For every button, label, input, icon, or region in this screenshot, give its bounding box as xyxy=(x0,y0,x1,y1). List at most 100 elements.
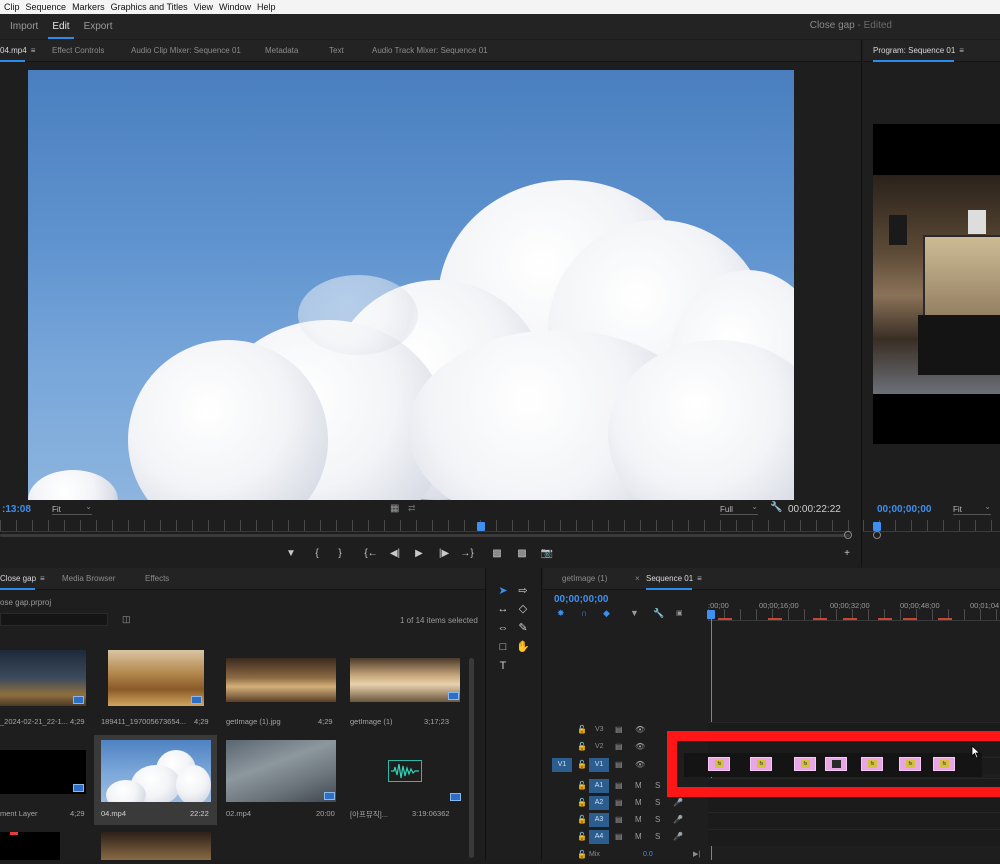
captions-icon[interactable]: ▣ xyxy=(676,609,683,617)
tab-sequence-01[interactable]: Sequence 01 ≡ xyxy=(646,574,702,590)
hand-tool-icon[interactable]: ✋ xyxy=(516,640,530,654)
source-playhead[interactable] xyxy=(477,522,485,531)
sync-lock-icon[interactable]: ▤ xyxy=(615,760,623,769)
linked-selection-icon[interactable]: ◆ xyxy=(603,608,610,619)
close-tab-icon[interactable]: × xyxy=(635,574,640,583)
menu-view[interactable]: View xyxy=(194,2,213,12)
project-search-input[interactable] xyxy=(0,613,108,626)
mute-button[interactable]: M xyxy=(635,815,642,824)
tab-program-sequence[interactable]: Program: Sequence 01 ≡ xyxy=(873,46,964,62)
thumbnail-adjustment-layer[interactable] xyxy=(0,750,86,794)
tab-source-04mp4[interactable]: 04.mp4 ≡ xyxy=(0,46,35,62)
thumbnail-night-scene[interactable] xyxy=(0,650,86,706)
menu-markers[interactable]: Markers xyxy=(72,2,105,12)
mute-button[interactable]: M xyxy=(635,832,642,841)
thumbnail-clouds[interactable] xyxy=(101,740,211,802)
go-to-in-icon[interactable]: {← xyxy=(364,548,378,559)
solo-button[interactable]: S xyxy=(655,781,660,790)
mark-in-icon[interactable]: { xyxy=(310,548,324,559)
menu-clip[interactable]: Clip xyxy=(4,2,20,12)
lock-icon[interactable]: 🔓 xyxy=(577,760,587,769)
thumbnail-bakery-counter[interactable] xyxy=(226,658,336,702)
insert-clip-icon[interactable]: ▩ xyxy=(490,548,504,559)
safe-margins-icon[interactable]: ▦ xyxy=(390,503,399,514)
source-fit-dropdown[interactable]: Fit xyxy=(52,502,92,515)
source-zoom-handle[interactable] xyxy=(844,531,852,539)
thumbnail-race-track[interactable] xyxy=(226,740,336,802)
project-scrollbar[interactable] xyxy=(469,658,474,858)
tab-sequence-getimage[interactable]: getImage (1) xyxy=(562,574,607,583)
menu-help[interactable]: Help xyxy=(257,2,276,12)
eye-icon[interactable]: 👁 xyxy=(635,760,645,769)
timeline-settings-icon[interactable]: 🔧 xyxy=(653,608,664,619)
settings-wrench-icon[interactable]: 🔧 xyxy=(770,502,782,513)
sync-lock-icon[interactable]: ▤ xyxy=(615,798,623,807)
source-zoom-bar[interactable] xyxy=(0,534,850,537)
program-timecode[interactable]: 00;00;00;00 xyxy=(877,504,931,515)
mute-button[interactable]: M xyxy=(635,798,642,807)
menu-sequence[interactable]: Sequence xyxy=(26,2,67,12)
tab-text[interactable]: Text xyxy=(329,46,344,55)
track-select-tool-icon[interactable]: ⇨ xyxy=(516,584,530,598)
tab-audio-clip-mixer[interactable]: Audio Clip Mixer: Sequence 01 xyxy=(131,46,241,55)
sync-lock-icon[interactable]: ▤ xyxy=(615,832,623,841)
ripple-edit-tool-icon[interactable]: ↔ xyxy=(496,602,510,616)
step-forward-icon[interactable]: |▶ xyxy=(437,548,451,559)
solo-button[interactable]: S xyxy=(655,832,660,841)
razor-tool-icon[interactable]: ◇ xyxy=(516,602,530,616)
sync-lock-icon[interactable]: ▤ xyxy=(615,781,623,790)
overwrite-clip-icon[interactable]: ▩ xyxy=(515,548,529,559)
track-a4[interactable] xyxy=(708,829,1000,846)
solo-button[interactable]: S xyxy=(655,798,660,807)
rectangle-tool-icon[interactable]: □ xyxy=(496,640,510,654)
add-marker-icon[interactable]: ▼ xyxy=(284,548,298,559)
nest-toggle-icon[interactable]: ✸ xyxy=(557,608,565,619)
insert-icon[interactable]: ⇄ xyxy=(408,503,416,514)
snap-magnet-icon[interactable]: ∩ xyxy=(581,608,587,618)
tab-project-close-gap[interactable]: Close gap ≡ xyxy=(0,574,45,590)
button-editor-icon[interactable]: + xyxy=(840,548,854,559)
menu-graphics-and-titles[interactable]: Graphics and Titles xyxy=(111,2,188,12)
program-playhead[interactable] xyxy=(873,522,881,531)
track-a2[interactable] xyxy=(708,795,1000,812)
timeline-timecode[interactable]: 00;00;00;00 xyxy=(554,594,608,605)
sync-lock-icon[interactable]: ▤ xyxy=(615,742,623,751)
sync-lock-icon[interactable]: ▤ xyxy=(615,815,623,824)
export-frame-icon[interactable]: 📷 xyxy=(540,548,554,559)
selection-tool-icon[interactable]: ➤ xyxy=(496,584,510,598)
solo-button[interactable]: S xyxy=(655,815,660,824)
eye-icon[interactable]: 👁 xyxy=(635,725,645,734)
track-a3[interactable] xyxy=(708,812,1000,829)
source-time-ruler[interactable] xyxy=(0,520,852,532)
tab-effect-controls[interactable]: Effect Controls xyxy=(52,46,104,55)
source-patch-v1[interactable]: V1 xyxy=(552,758,572,772)
go-to-end-icon[interactable]: ▶| xyxy=(693,850,700,858)
workspace-tab-import[interactable]: Import xyxy=(6,14,42,39)
tab-media-browser[interactable]: Media Browser xyxy=(62,574,115,583)
thumbnail-partial-2[interactable] xyxy=(101,832,211,860)
audio-waveform-icon[interactable] xyxy=(388,760,422,782)
program-zoom-handle[interactable] xyxy=(873,531,881,539)
mix-volume[interactable]: 0.0 xyxy=(643,851,653,858)
timeline-playhead[interactable] xyxy=(707,610,715,619)
menu-window[interactable]: Window xyxy=(219,2,251,12)
source-timecode[interactable]: :13:08 xyxy=(2,504,31,515)
program-time-ruler[interactable] xyxy=(863,520,1000,532)
tab-metadata[interactable]: Metadata xyxy=(265,46,298,55)
slip-tool-icon[interactable]: ⇔ xyxy=(496,621,510,635)
microphone-icon[interactable]: 🎤 xyxy=(673,815,683,824)
lock-icon[interactable]: 🔓 xyxy=(577,815,587,824)
lock-icon[interactable]: 🔓 xyxy=(577,781,587,790)
new-bin-icon[interactable]: ◫ xyxy=(122,614,131,625)
eye-icon[interactable]: 👁 xyxy=(635,742,645,751)
timeline-marker-icon[interactable]: ▼ xyxy=(630,608,639,618)
lock-icon[interactable]: 🔓 xyxy=(577,832,587,841)
workspace-tab-export[interactable]: Export xyxy=(80,14,117,39)
lock-icon[interactable]: 🔓 xyxy=(577,742,587,751)
quality-dropdown[interactable]: Full xyxy=(720,502,758,515)
play-icon[interactable]: ▶ xyxy=(412,548,426,559)
workspace-tab-edit[interactable]: Edit xyxy=(48,14,74,39)
microphone-icon[interactable]: 🎤 xyxy=(673,832,683,841)
pen-tool-icon[interactable]: ✎ xyxy=(516,621,530,635)
microphone-icon[interactable]: 🎤 xyxy=(673,798,683,807)
